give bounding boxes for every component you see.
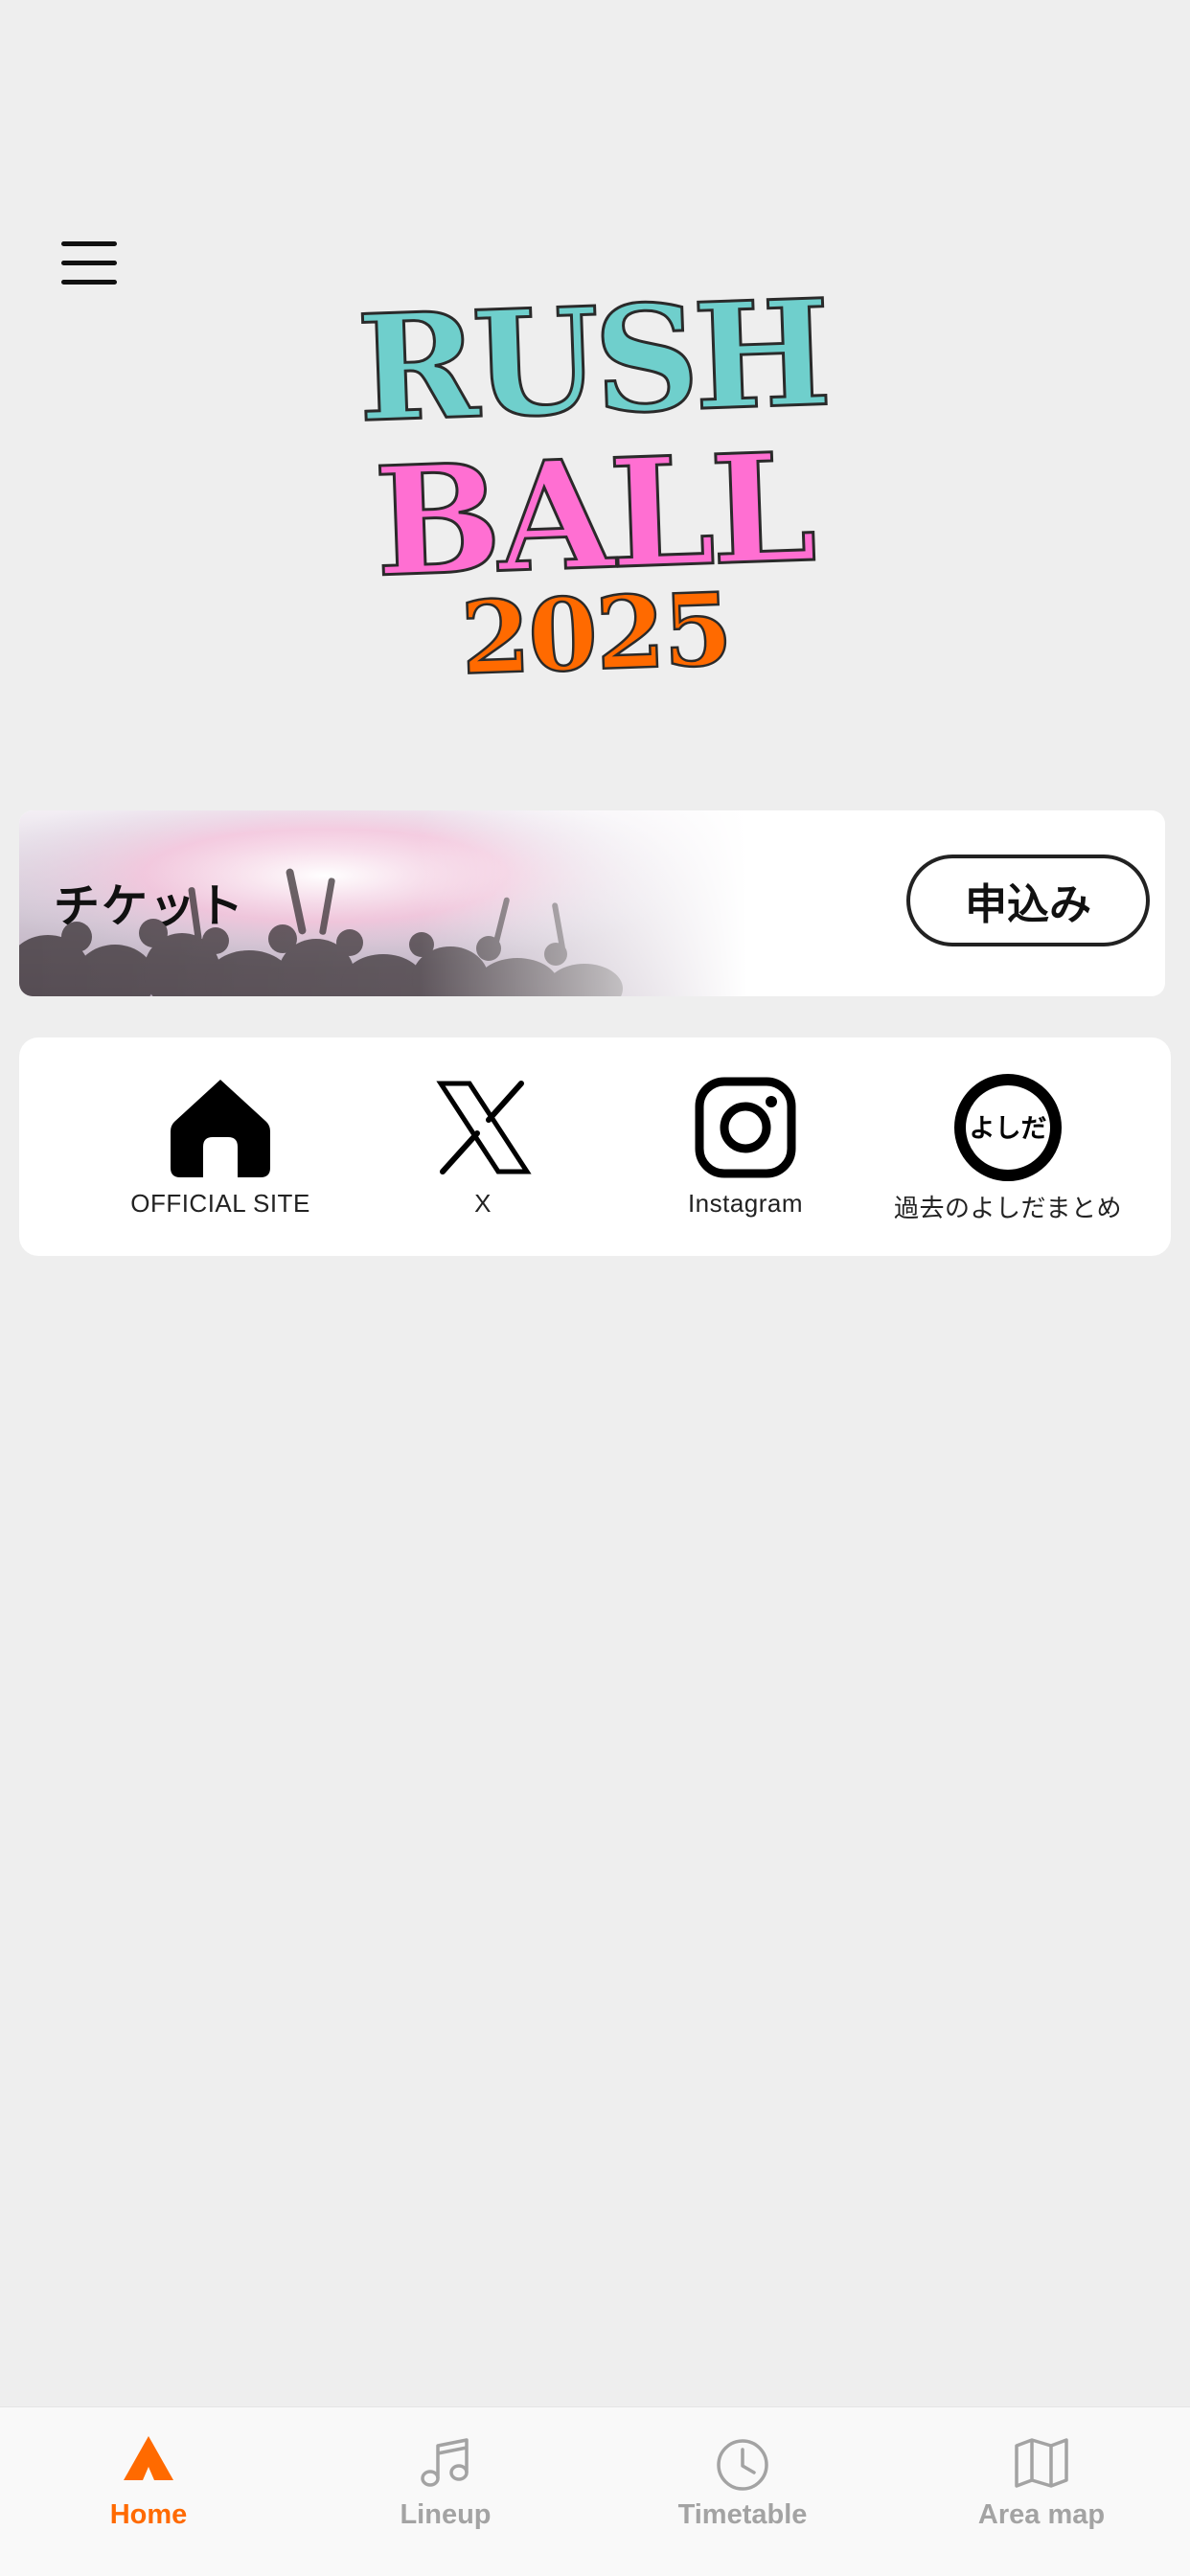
tab-label: Area map: [977, 2499, 1106, 2530]
past-yoshida-link[interactable]: よしだ 過去のよしだまとめ: [874, 1072, 1142, 1235]
link-label: OFFICIAL SITE: [130, 1189, 310, 1218]
x-link[interactable]: X: [349, 1072, 617, 1235]
clock-icon: [712, 2432, 773, 2494]
link-label: Instagram: [687, 1189, 804, 1218]
ticket-card[interactable]: チケット 申込み: [19, 810, 1165, 996]
links-card: OFFICIAL SITE X Instagram よしだ 過去のよしだまとめ: [19, 1037, 1171, 1256]
festival-logo: RUSH BALL 2025: [287, 268, 910, 690]
bottom-tab-bar: Home Lineup Timetable Area map: [0, 2406, 1190, 2576]
tab-timetable[interactable]: Timetable: [594, 2407, 891, 2576]
apply-button[interactable]: 申込み: [906, 855, 1150, 946]
link-label: X: [474, 1189, 492, 1218]
tab-label: Home: [109, 2499, 188, 2530]
menu-button[interactable]: [59, 238, 121, 291]
logo-line-3: 2025: [459, 570, 733, 690]
x-logo-icon: [427, 1072, 538, 1183]
official-site-link[interactable]: OFFICIAL SITE: [86, 1072, 355, 1235]
link-label: 過去のよしだまとめ: [894, 1194, 1122, 1222]
tab-label: Lineup: [400, 2499, 492, 2530]
instagram-link[interactable]: Instagram: [611, 1072, 880, 1235]
tent-icon: [118, 2432, 179, 2494]
music-note-icon: [415, 2432, 476, 2494]
yoshida-circle-icon: よしだ: [952, 1072, 1064, 1183]
tab-label: Timetable: [677, 2499, 808, 2530]
hamburger-menu-icon: [61, 241, 117, 285]
tab-area-map[interactable]: Area map: [893, 2407, 1190, 2576]
tab-lineup[interactable]: Lineup: [297, 2407, 594, 2576]
ticket-label: チケット: [54, 881, 246, 932]
home-icon: [165, 1072, 276, 1183]
instagram-icon: [690, 1072, 801, 1183]
tab-home[interactable]: Home: [0, 2407, 297, 2576]
yoshida-icon-text: よしだ: [970, 1114, 1047, 1144]
map-icon: [1011, 2432, 1072, 2494]
